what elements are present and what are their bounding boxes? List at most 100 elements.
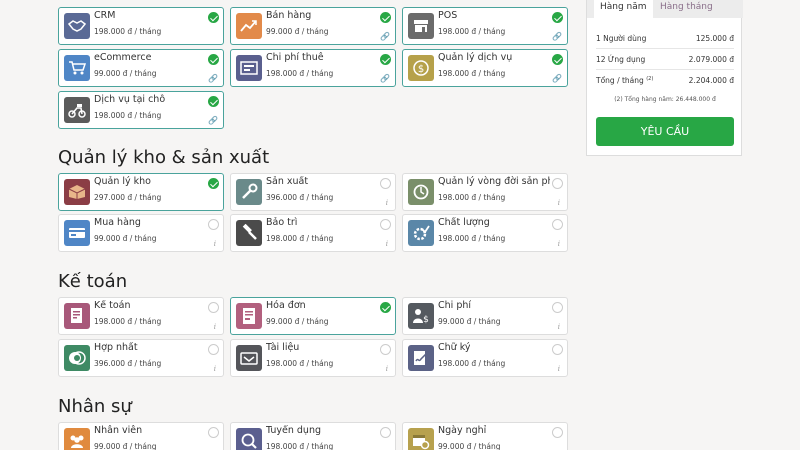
info-icon[interactable]: i <box>558 241 560 248</box>
app-price: 198.000 đ / tháng <box>266 442 334 450</box>
select-checkbox-icon[interactable] <box>208 344 219 355</box>
svg-text:$: $ <box>423 315 429 325</box>
app-card-documents[interactable]: Tài liệu 198.000 đ / tháng i <box>230 339 396 377</box>
select-checkbox-icon[interactable] <box>552 344 563 355</box>
info-icon[interactable]: i <box>386 200 388 207</box>
tab-monthly[interactable]: Hàng tháng <box>654 0 719 18</box>
app-name: Tài liệu <box>266 342 300 353</box>
app-name: Chất lượng <box>438 217 490 228</box>
select-checkbox-icon[interactable] <box>552 302 563 313</box>
selected-check-icon[interactable] <box>380 12 391 23</box>
app-name: Chữ ký <box>438 342 471 353</box>
app-name: Mua hàng <box>94 217 141 228</box>
app-card-timeoff[interactable]: Ngày nghỉ 99.000 đ / tháng <box>402 422 568 450</box>
handshake-icon <box>64 13 90 39</box>
select-checkbox-icon[interactable] <box>552 219 563 230</box>
total-marker: (2) <box>646 76 654 82</box>
app-card-rental[interactable]: Chi phí thuê 198.000 đ / tháng 🔗 <box>230 49 396 87</box>
select-checkbox-icon[interactable] <box>380 344 391 355</box>
app-card-plm[interactable]: Quản lý vòng đời sản phẩ... 198.000 đ / … <box>402 173 568 211</box>
selected-check-icon[interactable] <box>208 12 219 23</box>
info-icon[interactable]: i <box>558 366 560 373</box>
link-icon: 🔗 <box>380 32 390 41</box>
users-row: 1 Người dùng 125.000 đ <box>596 34 734 43</box>
app-name: Hợp nhất <box>94 342 138 353</box>
store-icon <box>408 13 434 39</box>
app-card-inventory[interactable]: Quản lý kho 297.000 đ / tháng <box>58 173 224 211</box>
select-checkbox-icon[interactable] <box>208 427 219 438</box>
app-card-sign[interactable]: Chữ ký 198.000 đ / tháng i <box>402 339 568 377</box>
app-name: Kế toán <box>94 300 131 311</box>
app-name: Chi phí <box>438 300 472 311</box>
info-icon[interactable]: i <box>214 324 216 331</box>
app-card-expenses[interactable]: $ Chi phí 99.000 đ / tháng i <box>402 297 568 335</box>
app-card-consolidation[interactable]: Hợp nhất 396.000 đ / tháng i <box>58 339 224 377</box>
select-checkbox-icon[interactable] <box>552 427 563 438</box>
total-row: Tổng / tháng (2) 2.204.000 đ <box>596 76 734 85</box>
app-card-crm[interactable]: CRM 198.000 đ / tháng <box>58 7 224 45</box>
app-price: 198.000 đ / tháng <box>438 69 506 78</box>
app-price: 297.000 đ / tháng <box>94 193 162 202</box>
select-checkbox-icon[interactable] <box>380 219 391 230</box>
selected-check-icon[interactable] <box>208 96 219 107</box>
app-name: Bảo trì <box>266 217 298 228</box>
wrench-icon <box>236 179 262 205</box>
select-checkbox-icon[interactable] <box>380 427 391 438</box>
app-card-recruitment[interactable]: Tuyển dụng 198.000 đ / tháng <box>230 422 396 450</box>
users-value: 125.000 đ <box>695 34 734 43</box>
select-checkbox-icon[interactable] <box>552 178 563 189</box>
info-icon[interactable]: i <box>214 241 216 248</box>
selected-check-icon[interactable] <box>380 302 391 313</box>
app-card-accounting[interactable]: Kế toán 198.000 đ / tháng i <box>58 297 224 335</box>
section-title-accounting: Kế toán <box>58 271 128 292</box>
app-card-sales[interactable]: Bán hàng 99.000 đ / tháng 🔗 <box>230 7 396 45</box>
selected-check-icon[interactable] <box>208 54 219 65</box>
selected-check-icon[interactable] <box>552 12 563 23</box>
request-button[interactable]: YÊU CẦU <box>596 117 734 146</box>
app-price: 99.000 đ / tháng <box>266 27 329 36</box>
chart-up-icon <box>236 13 262 39</box>
app-card-maintenance[interactable]: Bảo trì 198.000 đ / tháng i <box>230 214 396 252</box>
selected-check-icon[interactable] <box>552 54 563 65</box>
app-name: Bán hàng <box>266 10 312 21</box>
pricing-summary-panel: Hàng năm Hàng tháng 1 Người dùng 125.000… <box>586 0 743 156</box>
select-checkbox-icon[interactable] <box>208 302 219 313</box>
selected-check-icon[interactable] <box>380 54 391 65</box>
billing-period-tabs: Hàng năm Hàng tháng <box>587 0 743 18</box>
tab-yearly[interactable]: Hàng năm <box>594 0 653 18</box>
app-card-employees[interactable]: Nhân viên 99.000 đ / tháng <box>58 422 224 450</box>
signature-icon <box>408 345 434 371</box>
hammer-icon <box>236 220 262 246</box>
app-card-pos[interactable]: POS 198.000 đ / tháng 🔗 <box>402 7 568 45</box>
info-icon[interactable]: i <box>558 324 560 331</box>
info-icon[interactable]: i <box>386 241 388 248</box>
app-card-onsite[interactable]: Dịch vụ tại chỗ 198.000 đ / tháng 🔗 <box>58 91 224 129</box>
select-checkbox-icon[interactable] <box>208 219 219 230</box>
app-card-manufacturing[interactable]: Sản xuất 396.000 đ / tháng i <box>230 173 396 211</box>
credit-card-icon <box>64 220 90 246</box>
app-name: eCommerce <box>94 52 152 63</box>
app-price: 99.000 đ / tháng <box>266 317 329 326</box>
apps-value: 2.079.000 đ <box>688 55 734 64</box>
app-card-purchase[interactable]: Mua hàng 99.000 đ / tháng i <box>58 214 224 252</box>
app-name: Hóa đơn <box>266 300 306 311</box>
app-price: 99.000 đ / tháng <box>438 317 501 326</box>
ledger-icon <box>64 303 90 329</box>
app-price: 198.000 đ / tháng <box>438 234 506 243</box>
selected-check-icon[interactable] <box>208 178 219 189</box>
app-card-services[interactable]: $ Quản lý dịch vụ 198.000 đ / tháng 🔗 <box>402 49 568 87</box>
select-checkbox-icon[interactable] <box>380 178 391 189</box>
info-icon[interactable]: i <box>558 200 560 207</box>
app-card-quality[interactable]: Chất lượng 198.000 đ / tháng i <box>402 214 568 252</box>
magnifier-person-icon <box>236 428 262 450</box>
cycle-icon <box>408 179 434 205</box>
yearly-total-note: (2) Tổng hàng năm: 26.448.000 đ <box>614 96 716 103</box>
app-card-invoicing[interactable]: Hóa đơn 99.000 đ / tháng <box>230 297 396 335</box>
info-icon[interactable]: i <box>214 366 216 373</box>
apps-label: 12 Ứng dụng <box>596 55 646 64</box>
app-name: Quản lý kho <box>94 176 151 187</box>
app-price: 198.000 đ / tháng <box>94 317 162 326</box>
info-icon[interactable]: i <box>386 366 388 373</box>
app-card-ecommerce[interactable]: eCommerce 99.000 đ / tháng 🔗 <box>58 49 224 87</box>
link-icon: 🔗 <box>552 74 562 83</box>
